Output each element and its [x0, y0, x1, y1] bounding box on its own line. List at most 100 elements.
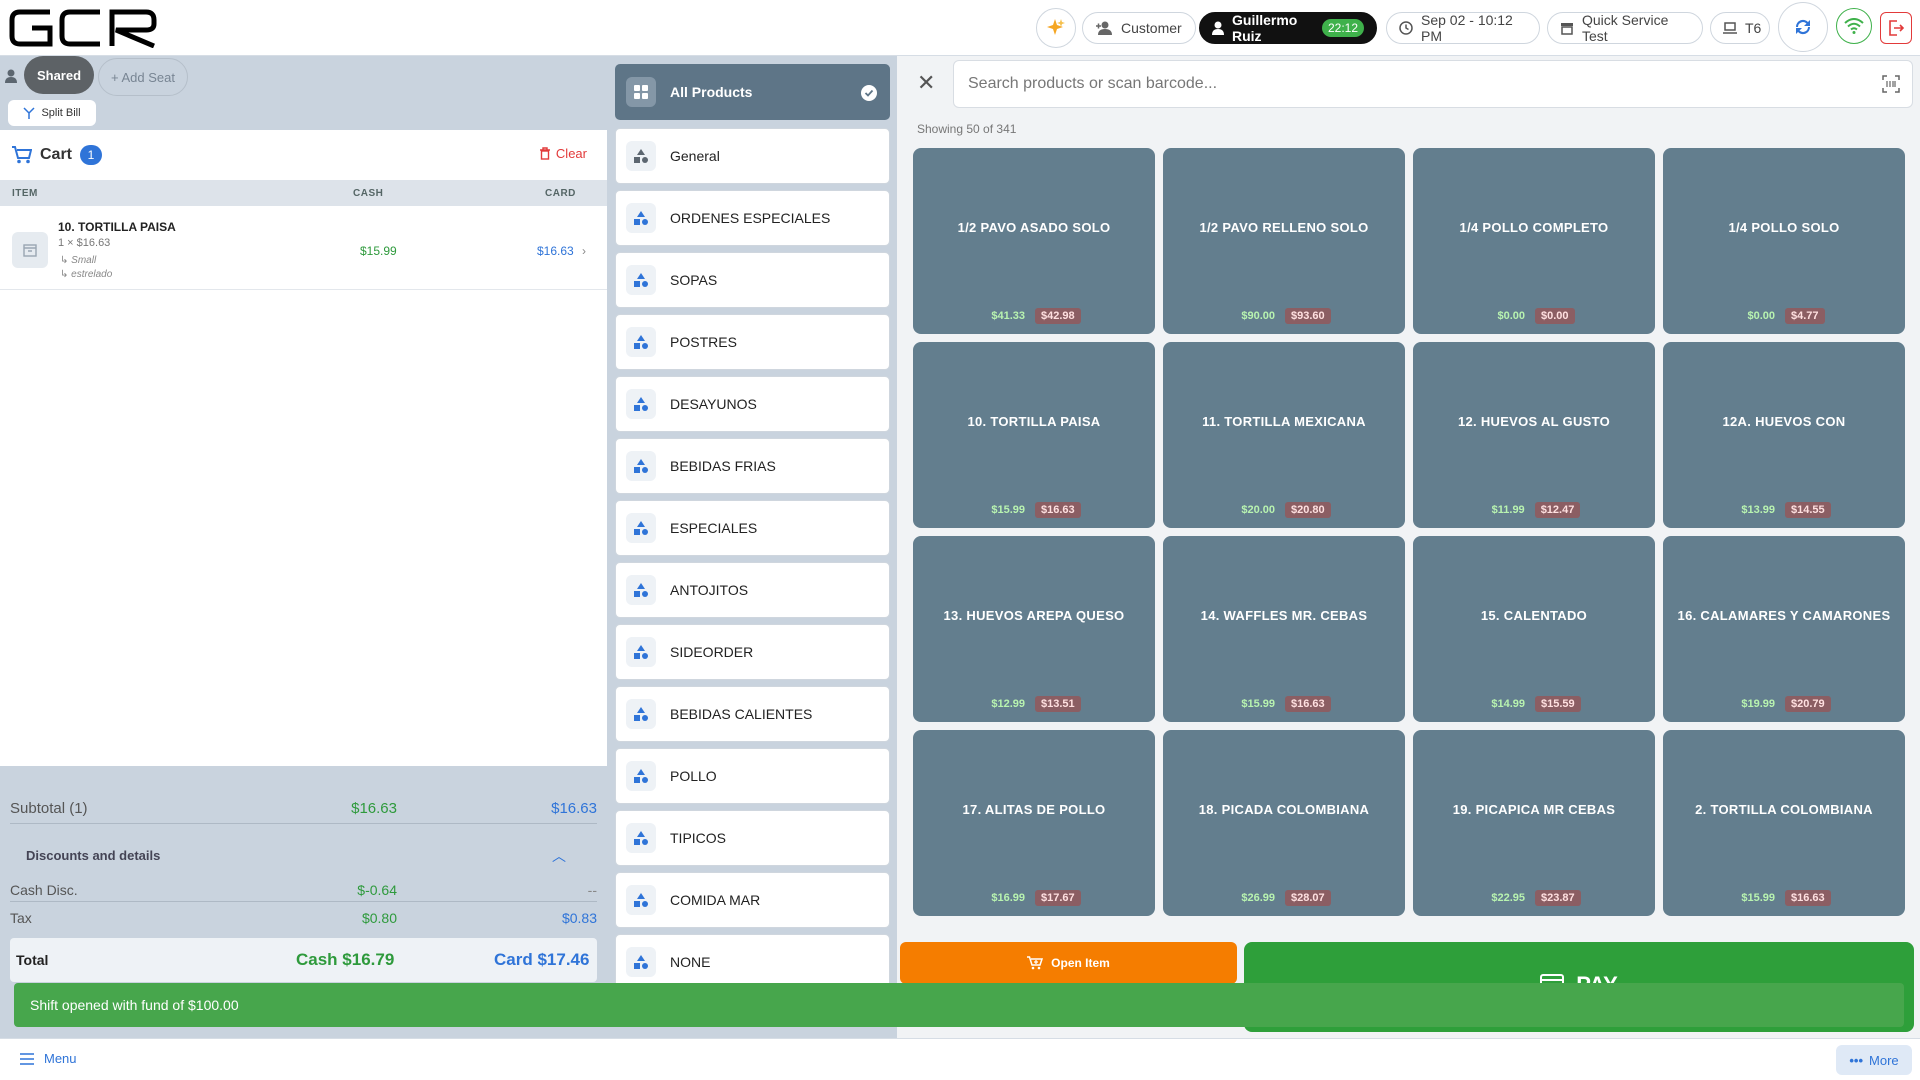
product-tile[interactable]: 1/4 POLLO SOLO $0.00 $4.77 [1663, 148, 1905, 334]
product-tile[interactable]: 2. TORTILLA COLOMBIANA $15.99 $16.63 [1663, 730, 1905, 916]
category-item[interactable]: BEBIDAS FRIAS [615, 438, 890, 494]
product-tile[interactable]: 17. ALITAS DE POLLO $16.99 $17.67 [913, 730, 1155, 916]
logout-button[interactable] [1880, 12, 1912, 44]
cart-item-row[interactable]: 10. TORTILLA PAISA 1 × $16.63 ↳ Small ↳ … [0, 206, 607, 290]
cart-count-badge: 1 [80, 145, 103, 165]
product-prices: $90.00 $93.60 [1163, 308, 1405, 324]
product-tile[interactable]: 11. TORTILLA MEXICANA $20.00 $20.80 [1163, 342, 1405, 528]
clear-cart-button[interactable]: Clear [539, 146, 587, 161]
user-chip[interactable]: Guillermo Ruiz 22:12 [1199, 12, 1377, 44]
product-tile[interactable]: 12A. HUEVOS CON $13.99 $14.55 [1663, 342, 1905, 528]
product-prices: $12.99 $13.51 [913, 696, 1155, 712]
category-item[interactable]: NONE [615, 934, 890, 990]
category-item[interactable]: POLLO [615, 748, 890, 804]
product-cash-price: $0.00 [1497, 310, 1525, 322]
customer-button[interactable]: Customer [1082, 12, 1196, 44]
product-prices: $15.99 $16.63 [913, 502, 1155, 518]
seat-shared-button[interactable]: Shared [24, 56, 94, 94]
product-card-price: $4.77 [1785, 308, 1825, 324]
more-button[interactable]: ••• More [1836, 1045, 1912, 1075]
cart-items-list: 10. TORTILLA PAISA 1 × $16.63 ↳ Small ↳ … [0, 206, 607, 766]
check-circle-icon [861, 85, 877, 101]
seat-person-icon [5, 69, 17, 83]
product-tile[interactable]: 14. WAFFLES MR. CEBAS $15.99 $16.63 [1163, 536, 1405, 722]
category-label: TIPICOS [670, 830, 727, 846]
product-cash-price: $22.95 [1491, 892, 1525, 904]
product-cash-price: $26.99 [1241, 892, 1275, 904]
shapes-icon [626, 513, 656, 543]
category-item[interactable]: COMIDA MAR [615, 872, 890, 928]
category-item[interactable]: ESPECIALES [615, 500, 890, 556]
product-tile[interactable]: 1/4 POLLO COMPLETO $0.00 $0.00 [1413, 148, 1655, 334]
sparkle-icon [1047, 19, 1065, 35]
open-item-label: Open Item [1051, 956, 1110, 970]
split-bill-button[interactable]: Split Bill [8, 100, 96, 126]
category-item[interactable]: DESAYUNOS [615, 376, 890, 432]
box-icon [23, 244, 37, 257]
cart-item-name: 10. TORTILLA PAISA [58, 220, 176, 234]
product-prices: $14.99 $15.59 [1413, 696, 1655, 712]
product-tile[interactable]: 15. CALENTADO $14.99 $15.59 [1413, 536, 1655, 722]
product-tile[interactable]: 13. HUEVOS AREPA QUESO $12.99 $13.51 [913, 536, 1155, 722]
product-tile[interactable]: 16. CALAMARES Y CAMARONES $19.99 $20.79 [1663, 536, 1905, 722]
product-name: 1/2 PAVO ASADO SOLO [957, 220, 1111, 235]
ai-assistant-button[interactable] [1036, 8, 1076, 48]
product-card-price: $16.63 [1785, 890, 1831, 906]
category-label: All Products [670, 84, 753, 100]
product-tile[interactable]: 10. TORTILLA PAISA $15.99 $16.63 [913, 342, 1155, 528]
category-label: ORDENES ESPECIALES [670, 210, 831, 226]
product-cash-price: $11.99 [1491, 504, 1525, 516]
category-item[interactable]: General [615, 128, 890, 184]
col-item: ITEM [12, 188, 38, 199]
category-item[interactable]: ANTOJITOS [615, 562, 890, 618]
category-item[interactable]: SIDEORDER [615, 624, 890, 680]
category-item[interactable]: ORDENES ESPECIALES [615, 190, 890, 246]
product-tile[interactable]: 12. HUEVOS AL GUSTO $11.99 $12.47 [1413, 342, 1655, 528]
category-item[interactable]: TIPICOS [615, 810, 890, 866]
barcode-scan-icon[interactable] [1882, 75, 1900, 93]
product-name: 17. ALITAS DE POLLO [962, 802, 1106, 817]
product-name: 16. CALAMARES Y CAMARONES [1677, 608, 1891, 623]
product-name: 13. HUEVOS AREPA QUESO [943, 608, 1125, 623]
terminal-chip[interactable]: T6 [1710, 12, 1770, 44]
col-card: CARD [545, 188, 576, 199]
product-tile[interactable]: 1/2 PAVO RELLENO SOLO $90.00 $93.60 [1163, 148, 1405, 334]
search-box [953, 60, 1913, 108]
sync-button[interactable] [1778, 2, 1828, 52]
category-all-products[interactable]: All Products [615, 64, 890, 120]
chevron-up-icon[interactable]: ︿ [552, 846, 566, 866]
subtotal-card: $16.63 [551, 800, 597, 817]
cart-icon [12, 146, 32, 164]
add-seat-button[interactable]: + Add Seat [98, 58, 188, 96]
product-tile[interactable]: 18. PICADA COLOMBIANA $26.99 $28.07 [1163, 730, 1405, 916]
product-name: 12A. HUEVOS CON [1722, 414, 1846, 429]
close-icon[interactable]: ✕ [917, 70, 935, 96]
store-chip[interactable]: Quick Service Test [1547, 12, 1703, 44]
menu-button[interactable]: Menu [20, 1051, 77, 1066]
seat-selector: Shared + Add Seat Split Bill [0, 56, 607, 130]
bottom-bar: Menu ••• More [0, 1038, 1920, 1080]
category-label: BEBIDAS FRIAS [670, 458, 776, 474]
shapes-icon [626, 389, 656, 419]
user-name: Guillermo Ruiz [1232, 12, 1298, 44]
product-tile[interactable]: 1/2 PAVO ASADO SOLO $41.33 $42.98 [913, 148, 1155, 334]
discounts-toggle[interactable]: Discounts and details [26, 848, 160, 863]
wifi-status-button[interactable] [1836, 8, 1872, 44]
cash-disc-cash: $-0.64 [357, 882, 397, 898]
cart-item-modifier: ↳ estrelado [60, 269, 113, 280]
category-label: COMIDA MAR [670, 892, 761, 908]
datetime-chip[interactable]: Sep 02 - 10:12 PM [1386, 12, 1540, 44]
toast-notification: Shift opened with fund of $100.00 [14, 983, 1904, 1027]
category-item[interactable]: BEBIDAS CALIENTES [615, 686, 890, 742]
cart-item-card-price: $16.63 [537, 244, 574, 258]
person-icon [1212, 21, 1224, 35]
product-tile[interactable]: 19. PICAPICA MR CEBAS $22.95 $23.87 [1413, 730, 1655, 916]
product-card-price: $17.67 [1035, 890, 1081, 906]
open-item-button[interactable]: Open Item [900, 942, 1237, 984]
category-item[interactable]: SOPAS [615, 252, 890, 308]
product-cash-price: $12.99 [991, 698, 1025, 710]
product-card-price: $16.63 [1035, 502, 1081, 518]
search-input[interactable] [968, 61, 1848, 107]
cart-item-cash-price: $15.99 [360, 244, 397, 258]
category-item[interactable]: POSTRES [615, 314, 890, 370]
